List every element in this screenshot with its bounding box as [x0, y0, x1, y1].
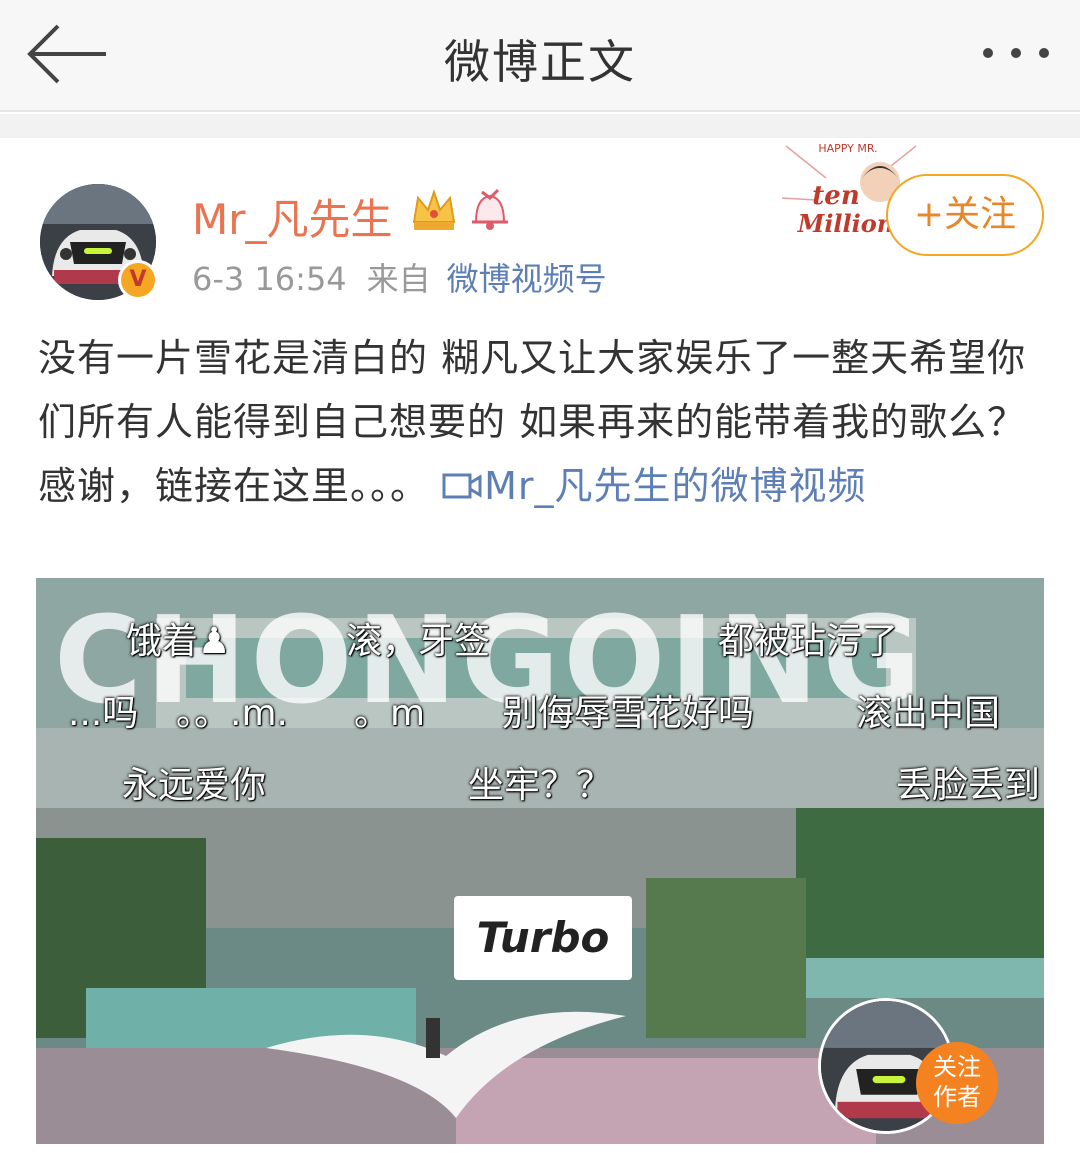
danmaku-comment: 丢脸丢到 — [896, 765, 1041, 806]
sticker-top-text: HAPPY MR. — [818, 142, 877, 155]
video-player[interactable]: CHONGQING 饿着♟ 滚，牙签 都被玷污了 ...吗 。。.m. 。m 别… — [36, 578, 1044, 1144]
bell-icon — [472, 188, 508, 230]
danmaku-comment: 。。.m. — [176, 693, 288, 734]
crown-icon — [412, 188, 456, 230]
danmaku-comment: 滚，牙签 — [346, 621, 491, 662]
video-icon — [442, 473, 482, 499]
video-link-label: Mr_凡先生的微博视频 — [484, 464, 867, 508]
post-meta: 6-3 16:54 来自 微博视频号 — [192, 254, 607, 300]
post-source[interactable]: 微博视频号 — [447, 260, 607, 298]
page-title: 微博正文 — [444, 35, 636, 89]
danmaku-comment: 饿着♟ — [126, 621, 231, 662]
weibo-post: V Mr_凡先生 6-3 16:54 来自 微博视频号 HAPPY MR. ten … — [0, 138, 1080, 1153]
danmaku-comment: 。m — [354, 693, 426, 734]
danmaku-comment: 永远爱你 — [122, 765, 267, 806]
svg-text:ten: ten — [812, 181, 859, 211]
danmaku-comment: 别侮辱雪花好吗 — [502, 693, 755, 734]
more-options-icon[interactable] — [980, 44, 1052, 62]
svg-text:Million: Million — [797, 209, 895, 238]
top-navigation-bar: 微博正文 — [0, 0, 1080, 112]
follow-button[interactable]: +关注 — [886, 174, 1044, 256]
danmaku-comment: ...吗 — [68, 693, 139, 734]
video-caption-sign: Turbo — [454, 896, 632, 980]
post-text: 没有一片雪花是清白的 糊凡又让大家娱乐了一整天希望你们所有人能得到自己想要的 如… — [38, 326, 1048, 518]
verified-badge: V — [118, 260, 158, 300]
follow-author-line2: 作者 — [933, 1083, 981, 1111]
follow-author-button[interactable]: 关注 作者 — [916, 1042, 998, 1124]
follow-author-line1: 关注 — [933, 1053, 981, 1081]
danmaku-comment: 都被玷污了 — [718, 621, 899, 662]
danmaku-comment: 滚出中国 — [856, 693, 1001, 734]
from-label: 来自 — [366, 260, 431, 298]
author-name[interactable]: Mr_凡先生 — [192, 186, 393, 247]
section-divider — [0, 114, 1080, 138]
danmaku-comment: 坐牢？？ — [468, 765, 613, 806]
video-link[interactable]: Mr_凡先生的微博视频 — [442, 464, 866, 508]
post-time: 6-3 16:54 — [192, 260, 347, 298]
